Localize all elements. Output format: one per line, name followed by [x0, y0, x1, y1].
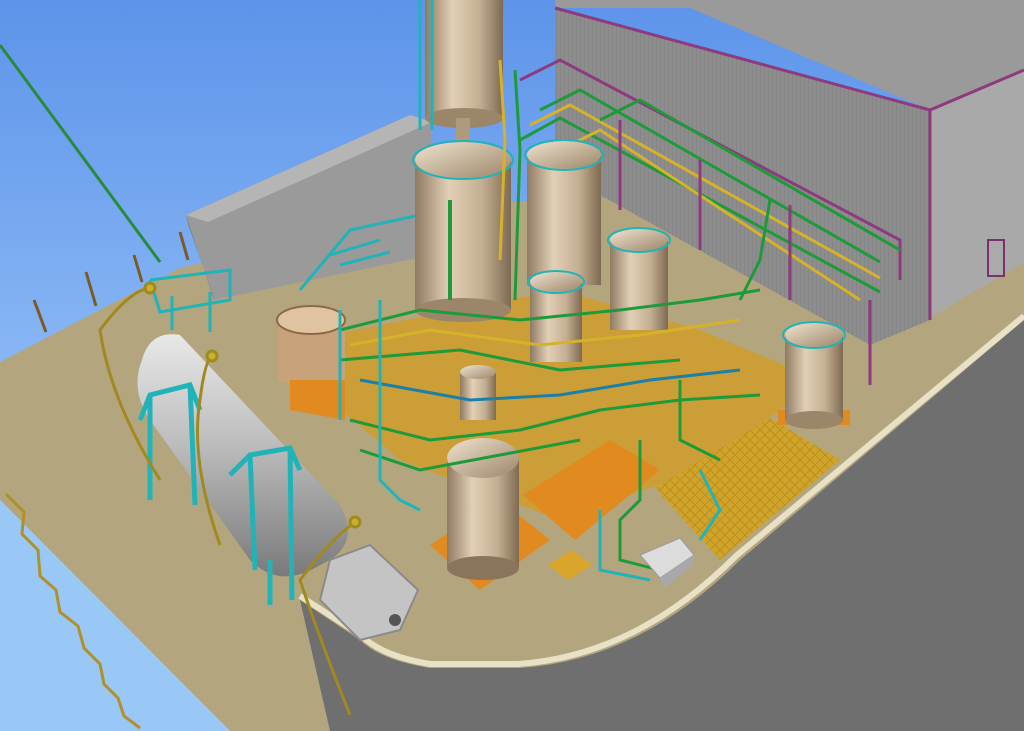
- reactor-tower[interactable]: [412, 140, 514, 322]
- vessel-c[interactable]: [607, 227, 671, 330]
- vessel-f[interactable]: [778, 321, 850, 429]
- vessel-e[interactable]: [460, 365, 496, 420]
- model-viewport[interactable]: [0, 0, 1024, 731]
- plant-3d-scene[interactable]: [0, 0, 1024, 731]
- vessel-b[interactable]: [524, 139, 604, 285]
- building-door[interactable]: [987, 239, 1005, 277]
